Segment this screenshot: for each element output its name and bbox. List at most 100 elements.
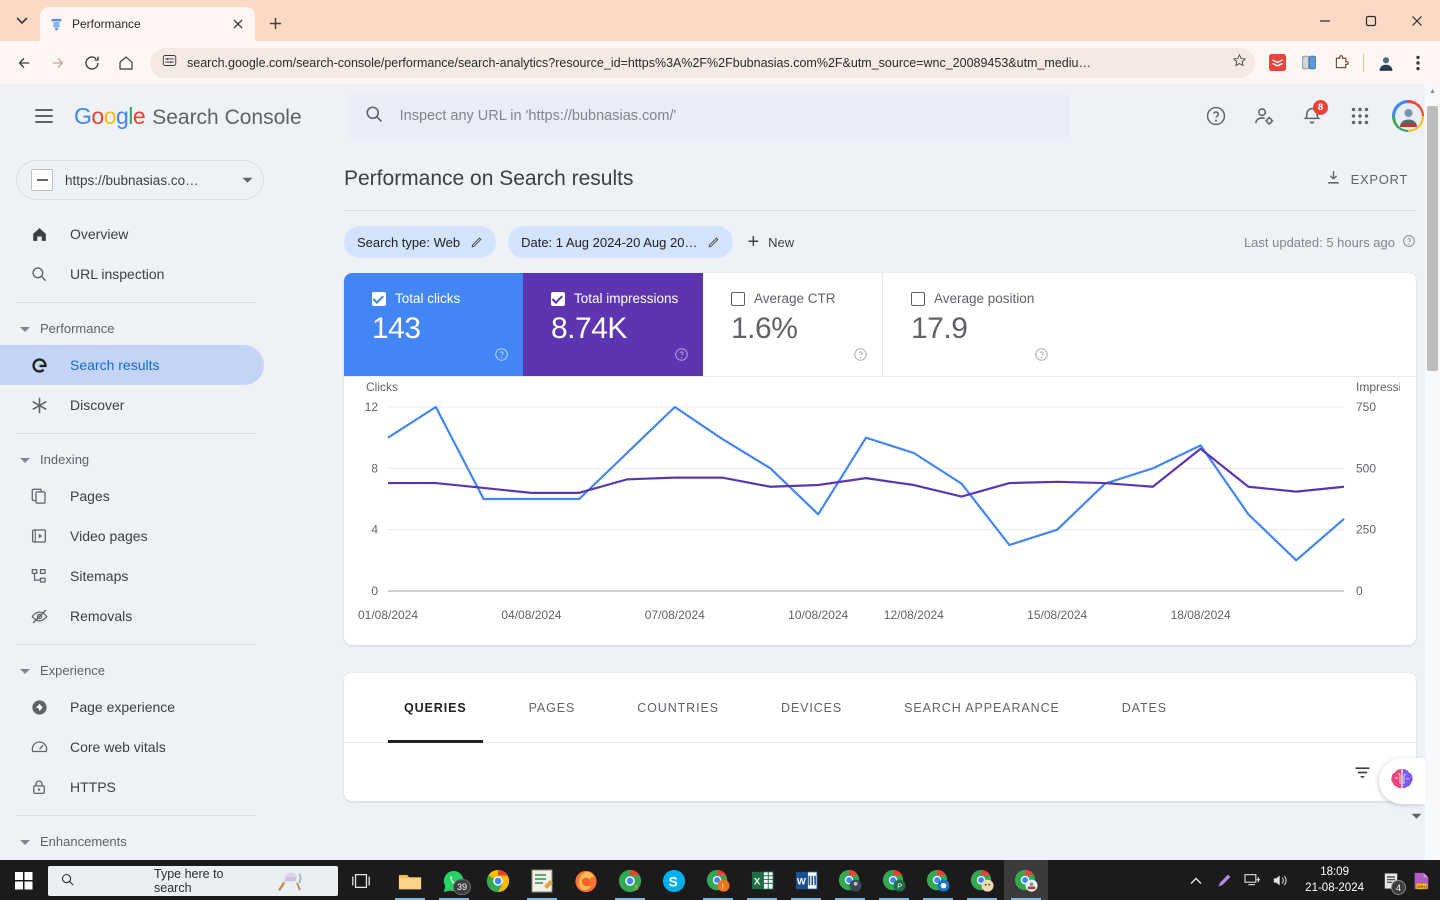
chrome-profile-p-icon[interactable]: P [872, 860, 916, 900]
sidebar-group-experience[interactable]: Experience [0, 653, 280, 687]
word-icon[interactable]: W [784, 860, 828, 900]
new-tab-button[interactable] [261, 9, 289, 37]
tab-countries[interactable]: COUNTRIES [621, 673, 735, 743]
windows-start-icon[interactable] [0, 860, 48, 900]
star-icon[interactable] [1232, 53, 1247, 73]
chrome-profile-face-icon[interactable] [960, 860, 1004, 900]
help-circle-icon[interactable] [1034, 347, 1049, 367]
tab-pages[interactable]: PAGES [513, 673, 592, 743]
chevron-down-icon[interactable] [242, 171, 253, 189]
pdf-app-icon[interactable]: PRO [1408, 860, 1434, 900]
arrow-forward-icon[interactable] [42, 47, 74, 79]
gemini-assistant-button[interactable] [1379, 758, 1425, 804]
tab-devices[interactable]: DEVICES [765, 673, 858, 743]
sidebar-item-search-results[interactable]: Search results [0, 345, 264, 385]
scroll-up-arrow-icon[interactable]: ▲ [1425, 84, 1440, 99]
chrome-seo-icon[interactable]: S [608, 860, 652, 900]
filter-chip-search-type[interactable]: Search type: Web [344, 226, 496, 258]
url-inspection-search[interactable] [348, 93, 1070, 139]
sidebar-item-video-pages[interactable]: Video pages [0, 516, 264, 556]
page-scrollbar[interactable]: ▲ [1425, 84, 1440, 860]
sidebar-item-discover[interactable]: Discover [0, 385, 264, 425]
help-circle-icon[interactable] [494, 347, 509, 367]
filter-chip-date[interactable]: Date: 1 Aug 2024-20 Aug 20… [508, 226, 733, 258]
help-circle-icon[interactable] [674, 347, 689, 367]
sidebar-group-performance[interactable]: Performance [0, 311, 280, 345]
chrome-profile-blue-icon[interactable] [916, 860, 960, 900]
sidebar-item-https[interactable]: HTTPS [0, 767, 264, 807]
sidebar-group-indexing[interactable]: Indexing [0, 442, 280, 476]
profile-avatar-icon[interactable] [1372, 49, 1400, 77]
help-icon[interactable] [1196, 96, 1236, 136]
reload-icon[interactable] [76, 47, 108, 79]
export-button[interactable]: EXPORT [1317, 161, 1416, 197]
notifications-bell-icon[interactable]: 8 [1292, 96, 1332, 136]
close-icon[interactable] [229, 15, 247, 33]
sidebar-item-core-web-vitals[interactable]: Core web vitals [0, 727, 264, 767]
omnibox[interactable]: search.google.com/search-console/perform… [150, 48, 1255, 78]
cooking-utensils-icon[interactable] [248, 864, 332, 898]
metric-card-average-ctr[interactable]: Average CTR 1.6% [703, 273, 883, 376]
hamburger-menu-icon[interactable] [24, 96, 64, 136]
help-circle-icon[interactable] [853, 347, 868, 367]
scrollbar-thumb[interactable] [1427, 106, 1438, 371]
browser-tab[interactable]: Performance [40, 7, 255, 41]
metric-checkbox[interactable] [911, 292, 925, 306]
chevron-up-icon[interactable] [1183, 860, 1209, 900]
task-view-icon[interactable] [338, 860, 384, 900]
chrome-profile-active-icon[interactable] [1004, 860, 1048, 900]
action-center-icon[interactable]: 4 [1376, 860, 1406, 900]
tab-queries[interactable]: QUERIES [388, 673, 483, 743]
reading-list-extension-icon[interactable] [1295, 49, 1323, 77]
pencil-icon[interactable] [470, 236, 483, 249]
firefox-icon[interactable] [564, 860, 608, 900]
pen-icon[interactable] [1211, 860, 1237, 900]
site-settings-icon[interactable] [162, 53, 177, 73]
sidebar-item-overview[interactable]: Overview [0, 214, 264, 254]
metric-checkbox[interactable] [551, 292, 565, 306]
monitor-network-icon[interactable] [1239, 860, 1265, 900]
chrome-profile-orange-icon[interactable]: I [696, 860, 740, 900]
search-input[interactable] [400, 108, 1054, 124]
window-close-icon[interactable] [1394, 0, 1440, 41]
avatar[interactable] [1392, 100, 1424, 132]
chrome-profile-suit-icon[interactable] [828, 860, 872, 900]
tab-dates[interactable]: DATES [1106, 673, 1183, 743]
sidebar-item-sitemaps[interactable]: Sitemaps [0, 556, 264, 596]
extensions-puzzle-icon[interactable] [1327, 49, 1355, 77]
taskbar-clock[interactable]: 18:09 21-08-2024 [1295, 865, 1374, 896]
file-explorer-icon[interactable] [388, 860, 432, 900]
metric-checkbox[interactable] [731, 292, 745, 306]
chrome-icon[interactable] [476, 860, 520, 900]
pencil-icon[interactable] [707, 236, 720, 249]
taskbar-search-input[interactable]: Type here to search [48, 866, 338, 896]
notepad-app-icon[interactable] [520, 860, 564, 900]
arrow-back-icon[interactable] [8, 47, 40, 79]
skype-icon[interactable]: S [652, 860, 696, 900]
property-selector[interactable]: https://bubnasias.co… [16, 160, 264, 200]
metric-card-total-clicks[interactable]: Total clicks 143 [344, 273, 523, 376]
minimize-icon[interactable] [1302, 0, 1348, 41]
account-settings-icon[interactable] [1244, 96, 1284, 136]
filter-list-icon[interactable] [1344, 754, 1380, 790]
performance-chart[interactable]: ClicksImpressions04812025050075001/08/20… [344, 377, 1416, 645]
sidebar-item-page-experience[interactable]: Page experience [0, 687, 264, 727]
sidebar-item-removals[interactable]: Removals [0, 596, 264, 636]
gemini-collapse-icon[interactable] [1411, 812, 1422, 822]
metric-card-total-impressions[interactable]: Total impressions 8.74K [523, 273, 703, 376]
maximize-icon[interactable] [1348, 0, 1394, 41]
tab-search-appearance[interactable]: SEARCH APPEARANCE [888, 673, 1076, 743]
new-filter-button[interactable]: + New [745, 226, 804, 258]
excel-icon[interactable]: X [740, 860, 784, 900]
sidebar-item-url-inspection[interactable]: URL inspection [0, 254, 264, 294]
three-dot-menu-icon[interactable] [1404, 49, 1432, 77]
grammar-extension-icon[interactable] [1263, 49, 1291, 77]
sidebar-group-enhancements[interactable]: Enhancements [0, 824, 280, 858]
whatsapp-icon[interactable]: 39 [432, 860, 476, 900]
google-apps-grid-icon[interactable] [1340, 96, 1380, 136]
home-icon[interactable] [110, 47, 142, 79]
metric-card-average-position[interactable]: Average position 17.9 [883, 273, 1063, 376]
tab-search-button[interactable] [8, 7, 36, 35]
sidebar-item-pages[interactable]: Pages [0, 476, 264, 516]
help-circle-icon[interactable] [1402, 234, 1416, 251]
